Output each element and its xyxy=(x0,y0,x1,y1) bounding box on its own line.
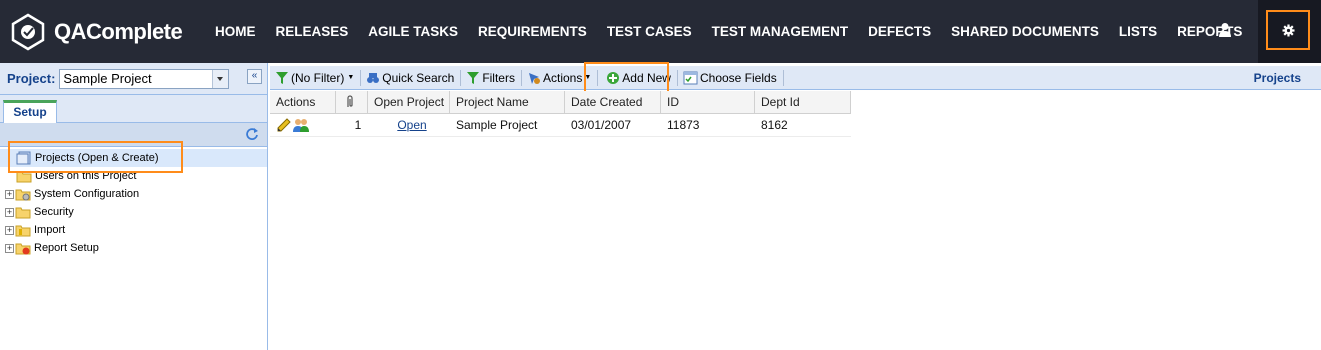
tab-setup[interactable]: Setup xyxy=(3,100,57,124)
team-icon[interactable] xyxy=(292,117,310,133)
filter-label: (No Filter) xyxy=(291,70,345,85)
nav-defects[interactable]: DEFECTS xyxy=(868,24,931,39)
tree-item-label: Security xyxy=(34,206,74,218)
grid-header: Actions Open Project Project Name Date C… xyxy=(270,91,851,114)
toolbar-divider xyxy=(460,69,462,86)
actions-dropdown[interactable]: Actions ▼ xyxy=(527,71,591,85)
quick-search-label: Quick Search xyxy=(382,70,455,85)
project-label: Project: xyxy=(7,71,56,86)
tree-item-report-setup[interactable]: + Report Setup xyxy=(0,239,267,257)
nav-home[interactable]: HOME xyxy=(215,24,256,39)
column-header-open-project[interactable]: Open Project xyxy=(368,91,450,113)
choose-fields-icon xyxy=(683,71,698,84)
column-header-date-created[interactable]: Date Created xyxy=(565,91,661,113)
nav-test-cases[interactable]: TEST CASES xyxy=(607,24,692,39)
toolbar-divider xyxy=(676,69,678,86)
choose-fields-label: Choose Fields xyxy=(699,70,777,85)
filters-button[interactable]: Filters xyxy=(466,71,515,85)
folder-import-icon xyxy=(15,225,31,237)
toolbar-divider xyxy=(782,69,784,86)
row-date-created: 03/01/2007 xyxy=(571,118,632,132)
binoculars-icon xyxy=(367,72,380,83)
row-actions xyxy=(270,114,336,136)
folder-gear-icon xyxy=(15,189,31,201)
expand-icon[interactable]: + xyxy=(5,207,14,217)
row-open-cell: Open xyxy=(368,114,450,136)
nav-releases[interactable]: RELEASES xyxy=(276,24,349,39)
expand-icon[interactable]: + xyxy=(5,225,14,235)
projects-highlight xyxy=(8,141,183,173)
nav-test-management[interactable]: TEST MANAGEMENT xyxy=(712,24,849,39)
app-logo[interactable]: QAComplete xyxy=(8,12,208,52)
expand-icon[interactable]: + xyxy=(5,189,14,199)
tree-item-import[interactable]: + Import xyxy=(0,221,267,239)
projects-grid: Actions Open Project Project Name Date C… xyxy=(270,91,851,137)
column-header-project-name[interactable]: Project Name xyxy=(450,91,565,113)
filters-label: Filters xyxy=(482,70,515,85)
quick-search-button[interactable]: Quick Search xyxy=(366,71,454,85)
actions-label: Actions xyxy=(542,70,583,85)
left-panel: Project: Sample Project « Setup Projects… xyxy=(0,63,268,350)
open-project-link[interactable]: Open xyxy=(397,118,426,132)
row-attachments: 1 xyxy=(354,118,362,132)
refresh-icon[interactable] xyxy=(245,127,259,141)
nav-lists[interactable]: LISTS xyxy=(1119,24,1157,39)
project-select-value: Sample Project xyxy=(63,71,152,86)
chevron-down-icon: ▼ xyxy=(347,74,355,81)
project-select[interactable]: Sample Project xyxy=(59,68,230,89)
nav-requirements[interactable]: REQUIREMENTS xyxy=(478,24,587,39)
nav-reports[interactable]: REPORTS xyxy=(1177,24,1242,39)
actions-icon xyxy=(528,72,540,84)
chevron-down-icon[interactable] xyxy=(212,69,229,88)
toolbar-divider xyxy=(520,69,522,86)
edit-pencil-icon[interactable] xyxy=(276,117,292,133)
row-dept-id: 8162 xyxy=(761,118,788,132)
app-name: QAComplete xyxy=(54,18,183,44)
row-project-name: Sample Project xyxy=(456,118,538,132)
funnel-icon xyxy=(467,71,480,84)
tree-item-label: Report Setup xyxy=(34,242,99,254)
column-header-attachments[interactable] xyxy=(336,91,368,113)
project-selector-row: Project: Sample Project xyxy=(0,63,267,95)
funnel-icon xyxy=(276,71,288,84)
main-nav: HOME RELEASES AGILE TASKS REQUIREMENTS T… xyxy=(215,24,1262,39)
panel-title: Projects xyxy=(1253,71,1301,85)
gear-icon[interactable] xyxy=(1282,24,1295,37)
folder-report-icon xyxy=(15,243,31,255)
user-icon[interactable] xyxy=(1218,22,1232,38)
tree-item-system-configuration[interactable]: + System Configuration xyxy=(0,185,267,203)
row-id: 11873 xyxy=(667,118,700,132)
filter-dropdown[interactable]: (No Filter) ▼ xyxy=(275,71,354,85)
nav-agile-tasks[interactable]: AGILE TASKS xyxy=(368,24,458,39)
qacomplete-logo-icon xyxy=(11,13,45,50)
top-nav-bar: QAComplete HOME RELEASES AGILE TASKS REQ… xyxy=(0,0,1321,63)
column-header-actions[interactable]: Actions xyxy=(270,91,336,113)
expand-icon[interactable]: + xyxy=(5,243,14,253)
paperclip-icon xyxy=(347,95,353,107)
collapse-panel-button[interactable]: « xyxy=(247,69,262,84)
table-row[interactable]: 1 Open Sample Project 03/01/2007 11873 8… xyxy=(270,114,851,137)
left-tabstrip: Setup xyxy=(0,95,267,124)
column-header-id[interactable]: ID xyxy=(661,91,755,113)
grid-toolbar: (No Filter) ▼ Quick Search Filters Actio… xyxy=(270,66,1321,90)
nav-shared-documents[interactable]: SHARED DOCUMENTS xyxy=(951,24,1099,39)
add-new-highlight xyxy=(584,62,669,94)
tree-item-security[interactable]: + Security xyxy=(0,203,267,221)
choose-fields-button[interactable]: Choose Fields xyxy=(683,71,777,85)
folder-icon xyxy=(15,207,31,219)
tree-item-label: Import xyxy=(34,224,66,236)
toolbar-divider xyxy=(360,69,362,86)
column-header-dept-id[interactable]: Dept Id xyxy=(755,91,851,113)
tree-item-label: System Configuration xyxy=(34,188,140,200)
